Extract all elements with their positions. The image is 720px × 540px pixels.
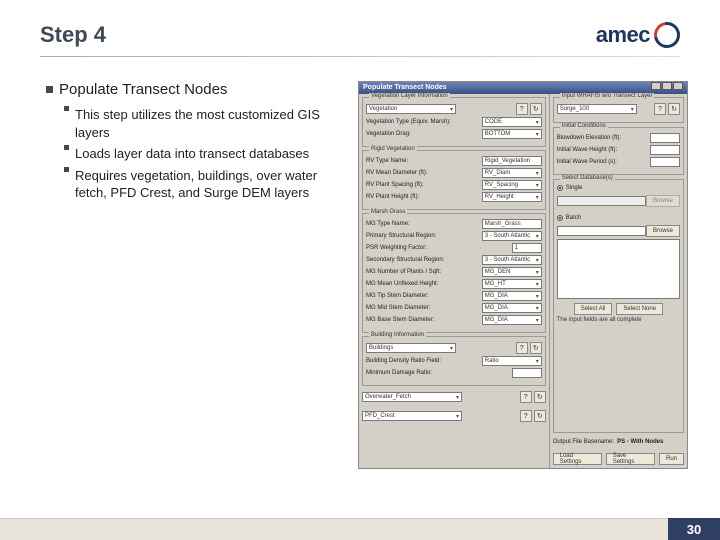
bullet-icon <box>64 145 69 150</box>
group-initial-conditions: Initial Conditions Blowdown Elevation (f… <box>553 127 684 175</box>
chevron-down-icon: ▾ <box>450 106 453 113</box>
run-button[interactable]: Run <box>659 453 684 465</box>
chevron-down-icon: ▾ <box>536 119 539 126</box>
mg-psr-select[interactable]: 3 - South Atlantic▾ <box>482 231 542 241</box>
min-damage-input[interactable] <box>512 368 542 378</box>
slide-title: Step 4 <box>40 22 106 48</box>
veg-drag-select[interactable]: BOTTOM▾ <box>482 129 542 139</box>
help-button[interactable]: ? <box>520 410 532 422</box>
wave-height-input[interactable] <box>650 145 680 155</box>
blowdown-input[interactable] <box>650 133 680 143</box>
bullet-item: Requires vegetation, buildings, over wat… <box>64 167 346 202</box>
group-vegetation-layer: Vegetation Layer Information Vegetation▾… <box>362 97 546 147</box>
dialog-right-column: Input WHAFIS w/o Transect Layer Surge_10… <box>550 94 687 468</box>
help-button[interactable]: ? <box>516 103 528 115</box>
help-button[interactable]: ? <box>654 103 666 115</box>
logo-text: amec <box>596 22 650 48</box>
save-settings-button[interactable]: Save Settings <box>606 453 655 465</box>
section-heading: Populate Transect Nodes <box>46 81 346 98</box>
batch-db-input[interactable] <box>557 226 646 236</box>
page-number: 30 <box>668 518 720 540</box>
mg-ssr-select[interactable]: 3 - South Atlantic▾ <box>482 255 542 265</box>
radio-batch[interactable] <box>557 215 563 221</box>
surge-layer-select[interactable]: Surge_100▾ <box>557 104 637 114</box>
rv-type-input[interactable]: Rigid_Vegetation <box>482 156 542 166</box>
refresh-button[interactable]: ↻ <box>530 342 542 354</box>
mg-weight-input[interactable]: 1 <box>512 243 542 253</box>
radio-single[interactable] <box>557 185 563 191</box>
browse-button: Browse <box>646 195 680 207</box>
footer-bar <box>0 518 668 540</box>
dialog-screenshot: Populate Transect Nodes Vegetation Layer… <box>358 81 688 469</box>
bullet-icon <box>46 86 53 93</box>
slide-footer: 30 <box>0 518 720 540</box>
bld-ratio-select[interactable]: Ratio▾ <box>482 356 542 366</box>
minimize-icon[interactable] <box>651 82 661 90</box>
rv-height-select[interactable]: RV_Height▾ <box>482 192 542 202</box>
select-all-button[interactable]: Select All <box>574 303 613 315</box>
veg-type-select[interactable]: CODE▾ <box>482 117 542 127</box>
bullet-icon <box>64 106 69 111</box>
group-marsh-grass: Marsh Grass MG Type Name:Marsh_Grass Pri… <box>362 213 546 333</box>
mg-base-select[interactable]: MG_DIA▾ <box>482 315 542 325</box>
status-text: The input fields are all complete <box>557 317 680 323</box>
help-button[interactable]: ? <box>516 342 528 354</box>
single-db-input[interactable] <box>557 196 646 206</box>
refresh-button[interactable]: ↻ <box>534 410 546 422</box>
wave-period-input[interactable] <box>650 157 680 167</box>
rv-spacing-select[interactable]: RV_Spacing▾ <box>482 180 542 190</box>
logo-swirl-icon <box>649 17 685 53</box>
mg-ht-select[interactable]: MG_HT▾ <box>482 279 542 289</box>
mg-den-select[interactable]: MG_DEN▾ <box>482 267 542 277</box>
database-listbox[interactable] <box>557 239 680 299</box>
chevron-down-icon: ▾ <box>536 131 539 138</box>
browse-button[interactable]: Browse <box>646 225 680 237</box>
group-building-info: Building Information Buildings▾?↻ Buildi… <box>362 336 546 386</box>
rv-diam-select[interactable]: RV_Diam▾ <box>482 168 542 178</box>
overwater-fetch-select[interactable]: Overwater_Fetch▾ <box>362 392 462 402</box>
refresh-button[interactable]: ↻ <box>534 391 546 403</box>
mg-mid-select[interactable]: MG_DIA▾ <box>482 303 542 313</box>
refresh-button[interactable]: ↻ <box>530 103 542 115</box>
bullet-item: Loads layer data into transect databases <box>64 145 346 163</box>
window-controls <box>650 82 683 94</box>
dialog-left-column: Vegetation Layer Information Vegetation▾… <box>359 94 550 468</box>
text-column: Populate Transect Nodes This step utiliz… <box>46 81 346 469</box>
slide-header: Step 4 amec <box>0 0 720 56</box>
close-icon[interactable] <box>673 82 683 90</box>
mg-type-input[interactable]: Marsh_Grass <box>482 219 542 229</box>
bullet-icon <box>64 167 69 172</box>
mg-tip-select[interactable]: MG_DIA▾ <box>482 291 542 301</box>
pfd-crest-select[interactable]: PFD_Crest▾ <box>362 411 462 421</box>
bullet-list: This step utilizes the most customized G… <box>64 106 346 202</box>
group-select-databases: Select Database(s) Single Browse Batch B… <box>553 179 684 433</box>
help-button[interactable]: ? <box>520 391 532 403</box>
logo: amec <box>596 22 680 48</box>
vegetation-layer-select[interactable]: Vegetation▾ <box>366 104 456 114</box>
load-settings-button[interactable]: Load Settings <box>553 453 602 465</box>
refresh-button[interactable]: ↻ <box>668 103 680 115</box>
buildings-layer-select[interactable]: Buildings▾ <box>366 343 456 353</box>
output-row: Output File Basename: PS - With Nodes <box>553 439 684 445</box>
bullet-item: This step utilizes the most customized G… <box>64 106 346 141</box>
output-basename: PS - With Nodes <box>617 439 663 445</box>
group-rigid-vegetation: Rigid Vegetation RV Type Name:Rigid_Vege… <box>362 150 546 210</box>
maximize-icon[interactable] <box>662 82 672 90</box>
select-none-button[interactable]: Select None <box>616 303 663 315</box>
group-input-whafis: Input WHAFIS w/o Transect Layer Surge_10… <box>553 97 684 123</box>
